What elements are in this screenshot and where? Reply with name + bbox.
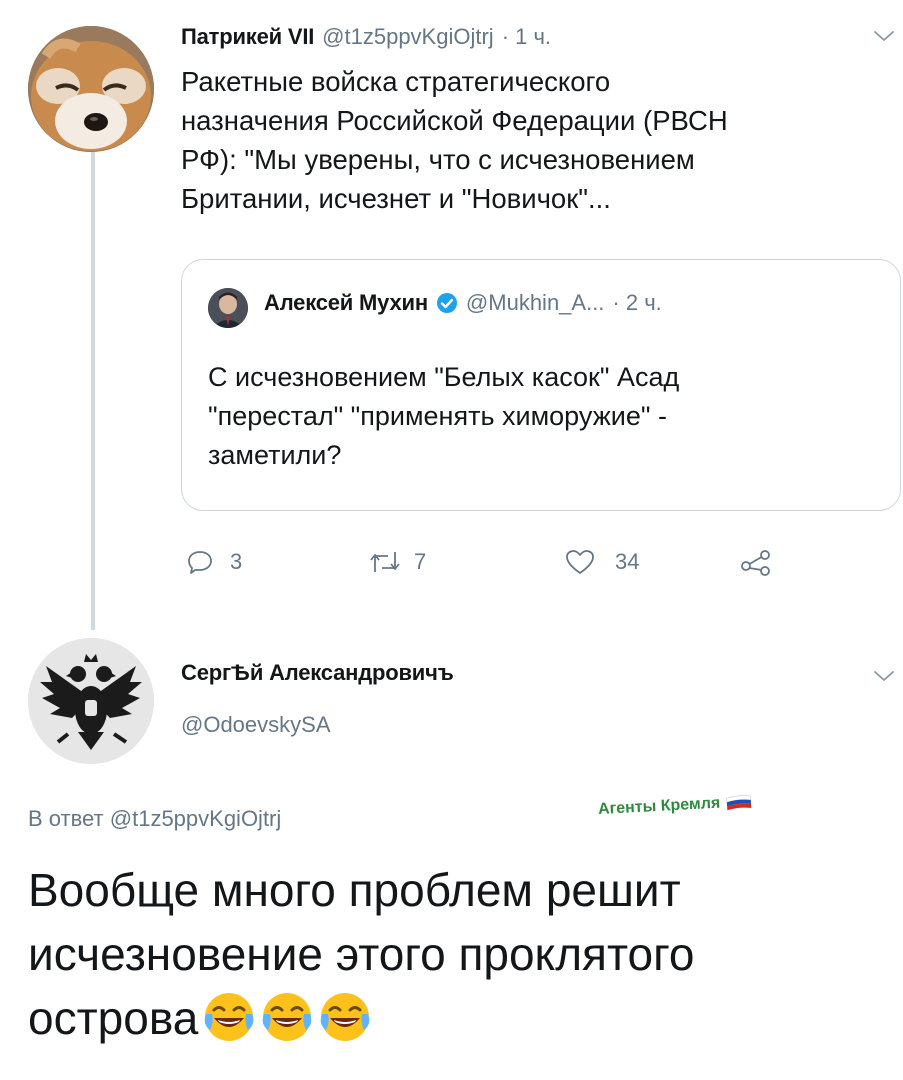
- text-line-with-emoji: острова: [28, 986, 888, 1050]
- tweet-time[interactable]: · 1 ч.: [502, 24, 551, 50]
- text-line: Ракетные войска стратегического: [181, 66, 611, 97]
- watermark-text: Агенты Кремля: [597, 794, 721, 819]
- heart-icon: [566, 550, 594, 574]
- like-button[interactable]: 34: [565, 548, 639, 576]
- tweet-2-author-block: СергѢй Александровичъ @OdoevskySA: [181, 660, 454, 738]
- author-handle[interactable]: @OdoevskySA: [181, 712, 454, 738]
- fox-avatar-image: [28, 26, 154, 152]
- author-name[interactable]: СергѢй Александровичъ: [181, 660, 454, 686]
- share-icon: [741, 550, 770, 576]
- double-headed-eagle-image: [28, 638, 154, 764]
- text-line: заметили?: [208, 440, 342, 470]
- text-line: исчезновение этого проклятого: [28, 928, 695, 980]
- face-with-tears-of-joy-icon: [204, 993, 254, 1041]
- reply-to-mention[interactable]: @t1z5ppvKgiOjtrj: [110, 806, 282, 831]
- text-line: РФ): "Мы уверены, что с исчезновением: [181, 144, 695, 175]
- author-handle[interactable]: @t1z5ppvKgiOjtrj: [322, 24, 494, 50]
- face-with-tears-of-joy-icon: [320, 993, 370, 1041]
- quoted-author-name: Алексей Мухин: [264, 290, 428, 315]
- thread-connector-line: [91, 152, 95, 630]
- reply-icon: [188, 551, 212, 574]
- like-count: 34: [615, 549, 640, 574]
- quoted-author-avatar: [208, 288, 248, 328]
- quoted-tweet-time: · 2 ч.: [612, 290, 662, 315]
- quoted-tweet-text: С исчезновением "Белых касок" Асад "пере…: [208, 358, 679, 475]
- share-button[interactable]: [740, 548, 772, 576]
- author-name[interactable]: Патрикей VII: [181, 24, 314, 50]
- tweet-1-header: Патрикей VII @t1z5ppvKgiOjtrj · 1 ч.: [181, 24, 551, 50]
- watermark-stamp: Агенты Кремля: [598, 793, 753, 819]
- retweet-icon: [370, 552, 400, 572]
- quoted-tweet-header: Алексей Мухин @Mukhin_A... · 2 ч.: [264, 290, 662, 316]
- reply-count: 3: [230, 549, 243, 574]
- quoted-tweet-card[interactable]: Алексей Мухин @Mukhin_A... · 2 ч. С исче…: [181, 259, 901, 511]
- reply-button[interactable]: 3: [186, 548, 242, 576]
- quoted-avatar-image: [208, 288, 248, 328]
- chevron-down-icon[interactable]: [872, 24, 896, 48]
- retweet-button[interactable]: 7: [368, 548, 426, 576]
- russian-flag-icon: [726, 795, 752, 811]
- reply-to-line: В ответ @t1z5ppvKgiOjtrj: [28, 806, 281, 832]
- reply-prefix: В ответ: [28, 806, 104, 831]
- face-with-tears-of-joy-icon: [262, 993, 312, 1041]
- avatar-eagle[interactable]: [28, 638, 154, 764]
- tweet-1-text: Ракетные войска стратегического назначен…: [181, 62, 728, 218]
- retweet-count: 7: [414, 549, 427, 574]
- text-line: Вообще много проблем решит: [28, 864, 681, 916]
- verified-badge-icon: [436, 293, 457, 313]
- quoted-author-handle: @Mukhin_A...: [465, 290, 605, 315]
- avatar-fox[interactable]: [28, 26, 154, 152]
- text-line: острова: [28, 992, 199, 1044]
- tweet-2-text: Вообще много проблем решит исчезновение …: [28, 858, 888, 1050]
- text-line: С исчезновением "Белых касок" Асад: [208, 362, 680, 392]
- text-line: "перестал" "применять химоружие" -: [208, 401, 667, 431]
- text-line: Британии, исчезнет и "Новичок"...: [181, 183, 611, 214]
- chevron-down-icon[interactable]: [872, 664, 896, 688]
- text-line: назначения Российской Федерации (РВСН: [181, 105, 728, 136]
